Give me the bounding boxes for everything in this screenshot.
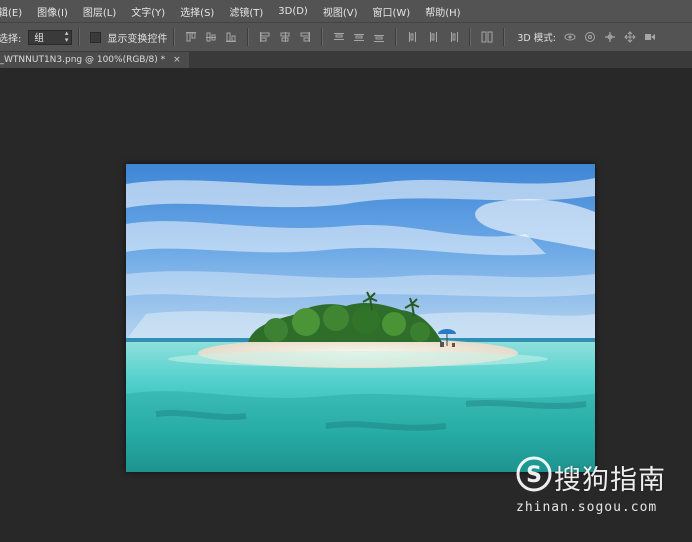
show-transform-checkbox[interactable] [90, 31, 102, 43]
menu-image[interactable]: 图像(I) [29, 4, 75, 19]
document-tab-title: T_WTNNUT1N3.png @ 100%(RGB/8) * [0, 55, 166, 65]
distribute-right-icon[interactable] [447, 31, 459, 43]
distribute-left-icon[interactable] [407, 31, 419, 43]
show-transform-label: 显示变换控件 [107, 33, 168, 45]
divider [173, 28, 176, 46]
distribute-bottom-icon[interactable] [373, 31, 385, 43]
watermark-brand: 搜狗指南 [554, 465, 666, 496]
menu-window[interactable]: 窗口(W) [365, 4, 418, 19]
align-top-edges-icon[interactable] [185, 31, 197, 43]
align-bottom-edges-icon[interactable] [225, 31, 237, 43]
auto-select-value: 组 [34, 33, 44, 44]
align-horizontal-centers-icon[interactable] [279, 31, 291, 43]
slide-3d-icon[interactable] [624, 31, 636, 43]
menu-filter[interactable]: 滤镜(T) [221, 4, 270, 19]
divider [247, 28, 250, 46]
divider [503, 28, 506, 46]
distribute-vcenter-icon[interactable] [353, 31, 365, 43]
auto-align-icon[interactable] [481, 31, 493, 43]
document-canvas-image[interactable] [126, 164, 595, 472]
align-right-edges-icon[interactable] [299, 31, 311, 43]
dropdown-caret-icon: ▴ ▾ [64, 29, 69, 44]
divider [469, 28, 472, 46]
menu-view[interactable]: 视图(V) [315, 4, 365, 19]
divider [395, 28, 398, 46]
roll-3d-icon[interactable] [584, 31, 596, 43]
divider [78, 28, 81, 46]
watermark-url: zhinan.sogou.com [516, 500, 658, 515]
scale-3d-icon[interactable] [644, 31, 656, 43]
menu-layer[interactable]: 图层(L) [75, 4, 123, 19]
align-vertical-centers-icon[interactable] [205, 31, 217, 43]
menu-3d[interactable]: 3D(D) [270, 6, 315, 17]
menu-type[interactable]: 文字(Y) [123, 4, 172, 19]
document-tab-bar: T_WTNNUT1N3.png @ 100%(RGB/8) * × [0, 52, 692, 68]
options-bar: 选择: 组 ▴ ▾ 显示变换控件 3D 模式: [0, 22, 692, 52]
menu-bar: 辑(E) 图像(I) 图层(L) 文字(Y) 选择(S) 滤镜(T) 3D(D)… [0, 0, 692, 22]
drag-3d-icon[interactable] [604, 31, 616, 43]
auto-select-label: 选择: [0, 33, 22, 45]
auto-select-dropdown[interactable]: 组 ▴ ▾ [28, 29, 73, 45]
align-left-edges-icon[interactable] [259, 31, 271, 43]
distribute-hcenter-icon[interactable] [427, 31, 439, 43]
rotate-3d-icon[interactable] [564, 31, 576, 43]
close-icon[interactable]: × [173, 55, 181, 65]
menu-select[interactable]: 选择(S) [172, 4, 221, 19]
divider [321, 28, 324, 46]
sogou-logo-icon: S [515, 455, 553, 493]
menu-edit[interactable]: 辑(E) [0, 4, 29, 19]
distribute-top-icon[interactable] [333, 31, 345, 43]
island-photo [126, 164, 595, 472]
mode-3d-label: 3D 模式: [517, 33, 556, 44]
menu-help[interactable]: 帮助(H) [417, 4, 467, 19]
document-tab[interactable]: T_WTNNUT1N3.png @ 100%(RGB/8) * × [0, 52, 189, 68]
sogou-logo-letter: S [526, 463, 542, 488]
